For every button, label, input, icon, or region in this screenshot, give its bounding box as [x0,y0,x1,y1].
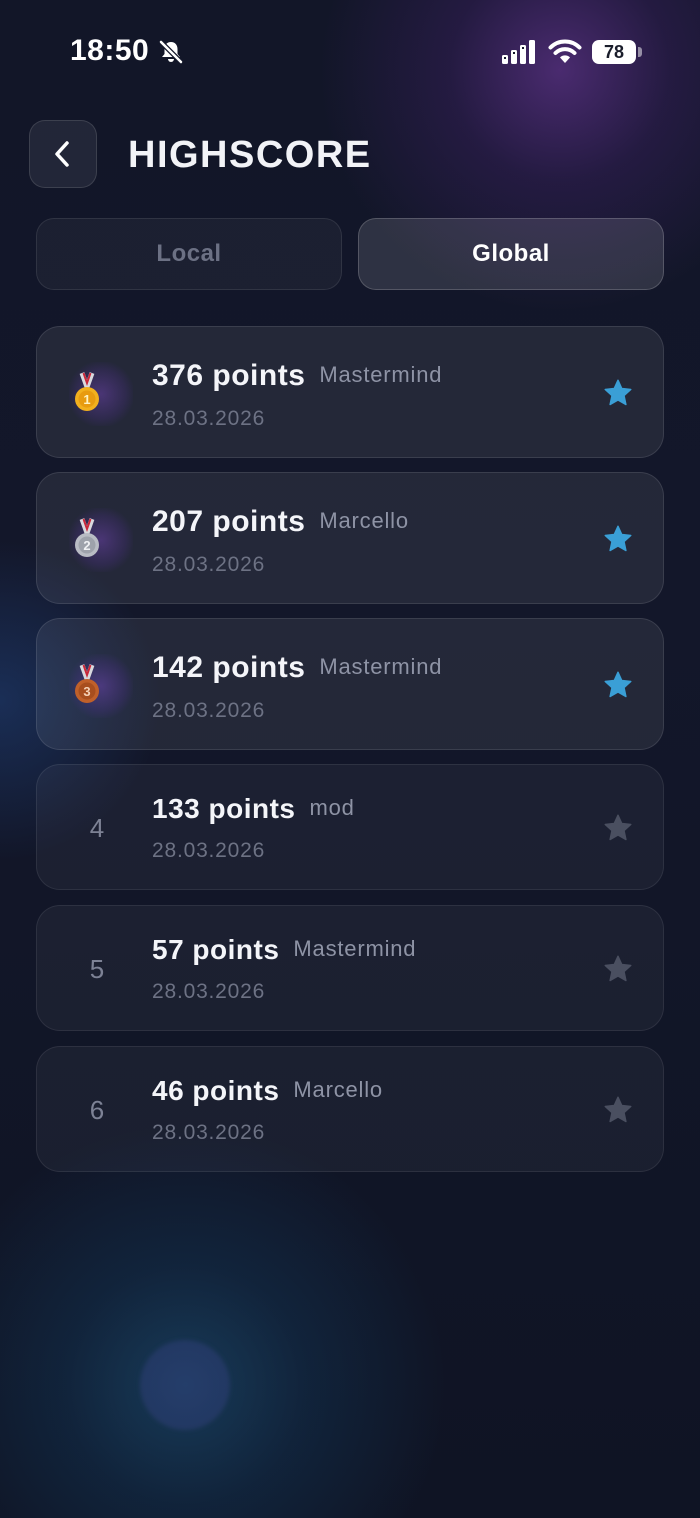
svg-text:2: 2 [83,538,90,553]
muted-bell-icon [159,40,183,64]
star-outline-icon[interactable] [603,813,633,843]
score-points: 57 points Mastermind [152,934,416,966]
score-row-4[interactable]: 4 133 points mod 28.03.2026 [36,764,664,890]
star-icon[interactable] [603,378,633,408]
points-value: 142 points [152,651,306,684]
score-points: 142 points Mastermind [152,651,442,685]
points-value: 376 points [152,359,306,392]
star-outline-icon[interactable] [603,954,633,984]
cellular-signal-icon [502,40,535,64]
star-icon[interactable] [603,670,633,700]
points-value: 57 points [152,934,280,965]
rank-number: 4 [89,813,105,843]
score-date: 28.03.2026 [152,407,266,430]
score-points: 133 points mod [152,793,355,825]
player-name: Marcello [293,1077,383,1102]
points-value: 207 points [152,505,306,538]
player-name: Mastermind [293,936,417,961]
svg-text:3: 3 [83,684,90,699]
score-row-3[interactable]: 3 142 points Mastermind 28.03.2026 [36,618,664,750]
score-points: 46 points Marcello [152,1075,383,1107]
score-date: 28.03.2026 [152,839,266,862]
highscore-screen: 18:50 78 HIGHSCORE Local Global 1 376 po… [0,0,700,1518]
battery-tip [638,47,642,57]
player-name: Mastermind [319,362,443,387]
silver-medal-icon: 2 [75,518,99,557]
decorative-orb [140,1340,230,1430]
points-value: 46 points [152,1075,280,1106]
tab-global[interactable]: Global [358,218,664,290]
battery-indicator: 78 [592,40,636,64]
score-points: 207 points Marcello [152,505,409,539]
status-bar: 18:50 78 [0,0,700,100]
points-value: 133 points [152,793,296,824]
star-icon[interactable] [603,524,633,554]
status-time: 18:50 [70,34,150,67]
score-date: 28.03.2026 [152,980,266,1003]
score-row-1[interactable]: 1 376 points Mastermind 28.03.2026 [36,326,664,458]
wifi-icon [548,39,582,63]
player-name: mod [309,795,355,820]
score-date: 28.03.2026 [152,553,266,576]
score-points: 376 points Mastermind [152,359,442,393]
gold-medal-icon: 1 [75,372,99,411]
star-outline-icon[interactable] [603,1095,633,1125]
page-title: HIGHSCORE [128,134,372,176]
score-date: 28.03.2026 [152,1121,266,1144]
tab-local[interactable]: Local [36,218,342,290]
svg-text:1: 1 [83,392,90,407]
score-date: 28.03.2026 [152,699,266,722]
back-button[interactable] [29,120,97,188]
score-row-2[interactable]: 2 207 points Marcello 28.03.2026 [36,472,664,604]
chevron-left-icon [55,141,69,167]
score-row-5[interactable]: 5 57 points Mastermind 28.03.2026 [36,905,664,1031]
rank-number: 5 [89,954,105,984]
bronze-medal-icon: 3 [75,664,99,703]
score-row-6[interactable]: 6 46 points Marcello 28.03.2026 [36,1046,664,1172]
rank-number: 6 [89,1095,105,1125]
player-name: Mastermind [319,654,443,679]
player-name: Marcello [319,508,409,533]
